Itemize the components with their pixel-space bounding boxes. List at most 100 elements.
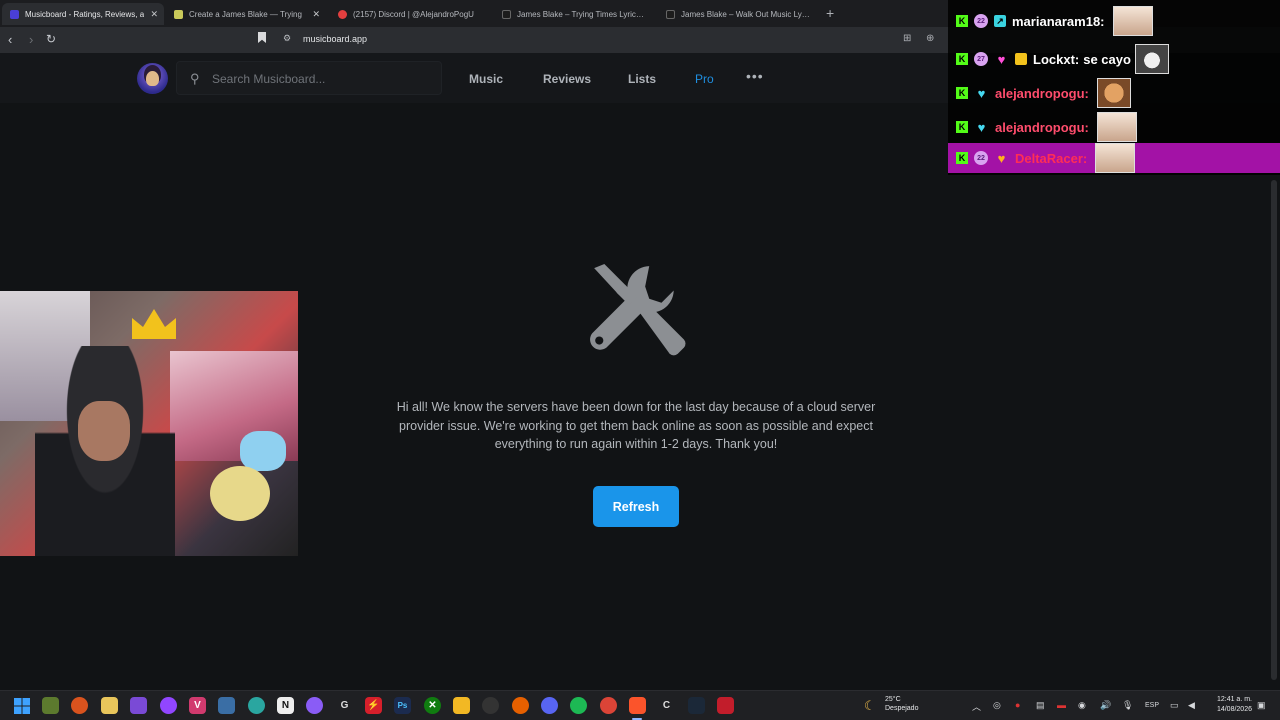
app-icon[interactable]: C: [658, 697, 675, 714]
nav-music[interactable]: Music: [469, 72, 503, 86]
chevron-up-icon[interactable]: ︿: [972, 700, 981, 713]
nav-lists[interactable]: Lists: [628, 72, 656, 86]
notification-icon[interactable]: ▣: [1257, 700, 1266, 711]
kick-badge-icon: K: [956, 53, 968, 65]
chat-message: K ♥ alejandropogu:: [948, 78, 1280, 108]
tab-genius-trying-times[interactable]: James Blake – Trying Times Lyrics | Ge: [494, 3, 654, 25]
chat-username: alejandropogu:: [995, 85, 1089, 101]
chrome-icon[interactable]: [600, 697, 617, 714]
tab-genius-walk-out-music[interactable]: James Blake – Walk Out Music Lyrics: [658, 3, 818, 25]
tab-discord[interactable]: (2157) Discord | @AlejandroPogU: [330, 3, 490, 25]
emote-cat-icon: [1134, 44, 1169, 74]
tray-icon[interactable]: ▤: [1036, 700, 1045, 711]
app-icon[interactable]: [130, 697, 147, 714]
app-icon[interactable]: G: [336, 697, 353, 714]
site-info-icon[interactable]: ⚙: [283, 33, 291, 44]
kick-badge-icon: K: [956, 152, 968, 164]
brave-icon[interactable]: [629, 697, 646, 714]
forward-icon[interactable]: ›: [29, 32, 33, 47]
volume-icon[interactable]: 🔊: [1100, 700, 1111, 711]
search-input[interactable]: Search Musicboard...: [212, 72, 325, 86]
folder-icon[interactable]: [453, 697, 470, 714]
system-clock[interactable]: 12:41 a. m. 14/08/2026: [1206, 695, 1252, 714]
new-tab-button[interactable]: +: [826, 5, 834, 21]
app-icon[interactable]: [717, 697, 734, 714]
heart-badge-icon: ♥: [977, 85, 986, 101]
heart-badge-icon: ♥: [997, 150, 1006, 166]
kick-badge-icon: K: [956, 121, 968, 133]
translate-icon[interactable]: ⊞: [903, 33, 911, 44]
tab-label: James Blake – Trying Times Lyrics | Ge: [517, 9, 646, 19]
photoshop-icon[interactable]: Ps: [394, 697, 411, 714]
temperature: 25°C: [885, 696, 901, 703]
streamer-webcam: [0, 291, 298, 556]
weather-condition: Despejado: [885, 705, 919, 712]
firefox-icon[interactable]: [512, 697, 529, 714]
search-bar[interactable]: ⚲ Search Musicboard...: [176, 61, 442, 95]
minecraft-icon[interactable]: [42, 697, 59, 714]
microphone-icon[interactable]: 🎙: [1122, 700, 1133, 711]
language-indicator[interactable]: ESP: [1145, 702, 1159, 709]
more-menu-icon[interactable]: •••: [746, 68, 764, 84]
chat-message: K 22 ↗ marianaram18:: [948, 6, 1280, 36]
steam-icon[interactable]: [688, 697, 705, 714]
refresh-button[interactable]: Refresh: [593, 486, 679, 527]
emote-face-icon: [1095, 143, 1136, 173]
url-text[interactable]: musicboard.app: [303, 34, 367, 44]
profile-avatar[interactable]: [137, 63, 168, 94]
streamer-face: [78, 401, 130, 461]
weather-widget[interactable]: 25°C Despejado: [885, 695, 918, 713]
edge-icon[interactable]: [248, 697, 265, 714]
app-icon[interactable]: V: [189, 697, 206, 714]
notion-icon[interactable]: N: [277, 697, 294, 714]
page-scrollbar[interactable]: [1271, 180, 1277, 680]
chat-username: marianaram18:: [1012, 13, 1105, 29]
tab-label: (2157) Discord | @AlejandroPogU: [353, 9, 474, 19]
steam-tray-icon[interactable]: ◉: [1078, 700, 1086, 711]
zoom-icon[interactable]: ⊕: [926, 33, 934, 44]
close-tab-icon[interactable]: ✕: [150, 9, 158, 20]
app-icon[interactable]: [71, 697, 88, 714]
chat-text: se cayo: [1083, 51, 1131, 67]
moon-weather-icon[interactable]: ☾: [864, 698, 876, 714]
gift-badge-icon: [1015, 53, 1027, 65]
heart-badge-icon: ♥: [977, 119, 986, 135]
app-icon[interactable]: ⚡: [365, 697, 382, 714]
close-tab-icon[interactable]: ✕: [312, 9, 320, 20]
nav-pro[interactable]: Pro: [695, 72, 714, 86]
app-icon[interactable]: [160, 697, 177, 714]
genius-favicon-icon: [502, 9, 511, 19]
app-icon[interactable]: [218, 697, 235, 714]
tab-create-james-blake[interactable]: Create a James Blake — Trying ✕: [166, 3, 326, 25]
chat-username: alejandropogu:: [995, 119, 1089, 135]
network-icon[interactable]: ▭: [1170, 700, 1179, 711]
clock-time: 12:41 a. m.: [1216, 696, 1252, 703]
maintenance-message: Hi all! We know the servers have been do…: [396, 400, 876, 451]
tab-musicboard[interactable]: Musicboard - Ratings, Reviews, a ✕: [2, 3, 164, 25]
chat-username: DeltaRacer:: [1015, 150, 1088, 166]
chat-message: K ♥ alejandropogu:: [948, 112, 1280, 142]
chat-message-highlighted: K 22 ♥ DeltaRacer:: [948, 143, 1280, 173]
maintenance-tools-icon: [590, 264, 686, 356]
tab-label: Create a James Blake — Trying: [189, 9, 302, 19]
tray-icon[interactable]: ◎: [993, 700, 1001, 711]
tray-icon[interactable]: ●: [1015, 700, 1020, 710]
app-icon[interactable]: [482, 697, 499, 714]
emote-face-icon: [1096, 112, 1137, 142]
tray-icon[interactable]: ▬: [1057, 700, 1066, 710]
back-icon[interactable]: ‹: [8, 32, 12, 47]
musicboard-favicon-icon: [10, 9, 19, 19]
app-icon[interactable]: [306, 697, 323, 714]
tab-label: Musicboard - Ratings, Reviews, a: [25, 9, 145, 19]
discord-icon[interactable]: [541, 697, 558, 714]
nav-reviews[interactable]: Reviews: [543, 72, 591, 86]
spotify-icon[interactable]: [570, 697, 587, 714]
plush-toy: [210, 466, 270, 521]
kick-badge-icon: K: [956, 87, 968, 99]
reload-icon[interactable]: ↻: [46, 32, 56, 46]
xbox-icon[interactable]: ✕: [424, 697, 441, 714]
speaker-icon[interactable]: ◀: [1188, 700, 1195, 711]
file-icon[interactable]: [101, 697, 118, 714]
heart-badge-icon: ♥: [997, 51, 1006, 67]
windows-start-icon[interactable]: [13, 697, 30, 714]
